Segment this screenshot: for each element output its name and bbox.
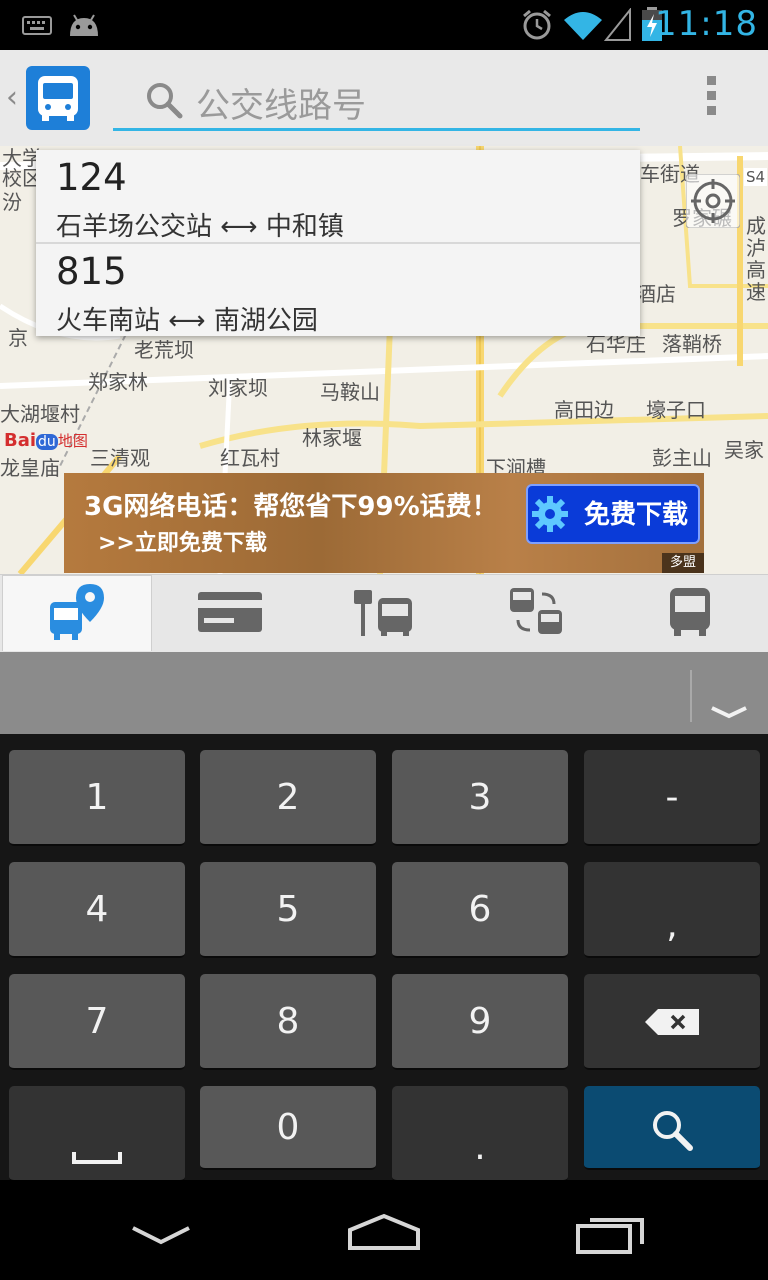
bidirectional-arrow-icon: ⟷ — [220, 212, 258, 242]
route-endpoints: 火车南站 ⟷ 南湖公园 — [56, 306, 318, 336]
key-9[interactable]: 9 — [392, 974, 568, 1070]
back-icon[interactable] — [130, 1222, 192, 1250]
suggestion-dropdown: 124 石羊场公交站 ⟷ 中和镇 815 火车南站 ⟷ 南湖公园 — [36, 150, 640, 336]
map-label: 三清观 — [90, 446, 150, 470]
key-4[interactable]: 4 — [9, 862, 185, 958]
search-input[interactable]: 公交线路号 — [196, 78, 366, 127]
android-icon — [70, 14, 98, 36]
map-label: 落鞘桥 — [662, 332, 722, 356]
map-label: 汾 — [2, 190, 22, 214]
ad-title: 3G网络电话：帮您省下99%话费！ — [84, 492, 498, 522]
map-label: 红瓦村 — [220, 446, 280, 470]
map-label: 龙皇庙 — [0, 456, 60, 480]
bus-transfer-icon[interactable] — [508, 586, 564, 638]
search-icon — [147, 83, 183, 119]
chevron-down-icon[interactable] — [708, 702, 750, 722]
bus-card-icon[interactable] — [196, 588, 264, 636]
map-label: 京 — [8, 326, 28, 350]
key-8[interactable]: 8 — [200, 974, 376, 1070]
key-3[interactable]: 3 — [392, 750, 568, 846]
ad-brand-badge: 多盟 — [662, 553, 704, 573]
route-number: 124 — [56, 156, 127, 199]
space-icon — [72, 1152, 122, 1164]
map-label: 郑家林 — [88, 370, 148, 394]
numeric-keyboard: 1 2 3 - 4 5 6 , 7 8 9 0 . — [0, 734, 768, 1182]
overflow-menu-icon[interactable] — [704, 76, 718, 120]
wifi-icon — [564, 12, 602, 40]
search-underline — [113, 128, 640, 131]
map-label: 马鞍山 — [320, 380, 380, 404]
suggestion-item[interactable]: 815 火车南站 ⟷ 南湖公园 — [36, 244, 640, 336]
key-6[interactable]: 6 — [392, 862, 568, 958]
space-key[interactable] — [9, 1086, 185, 1182]
key-5[interactable]: 5 — [200, 862, 376, 958]
signal-icon — [604, 8, 631, 41]
up-caret-icon[interactable]: ‹ — [6, 80, 18, 115]
key-7[interactable]: 7 — [9, 974, 185, 1070]
map-label: 酒店 — [636, 282, 676, 306]
map-label: 老荒坝 — [134, 338, 194, 362]
home-icon[interactable] — [346, 1212, 422, 1254]
baidu-map-logo: Bai du 地图 — [4, 430, 88, 451]
bus-icon[interactable] — [668, 586, 712, 638]
key-0[interactable]: 0 — [200, 1086, 376, 1170]
action-bar — [0, 50, 768, 146]
route-endpoints: 石羊场公交站 ⟷ 中和镇 — [56, 212, 344, 242]
route-number: 815 — [56, 250, 127, 293]
backspace-key[interactable] — [584, 974, 760, 1070]
map-label: 吴家 — [724, 438, 764, 462]
key-minus[interactable]: - — [584, 750, 760, 846]
bus-app-icon[interactable] — [26, 66, 90, 130]
suggestion-item[interactable]: 124 石羊场公交站 ⟷ 中和镇 — [36, 150, 640, 244]
key-1[interactable]: 1 — [9, 750, 185, 846]
search-icon — [653, 1111, 693, 1151]
bus-location-icon — [50, 584, 104, 640]
keyboard-icon — [22, 16, 52, 35]
search-key[interactable] — [584, 1086, 760, 1170]
status-clock: 11:18 — [655, 4, 758, 44]
map-label: 林家堰 — [302, 426, 362, 450]
gear-icon — [532, 496, 568, 532]
key-comma[interactable]: , — [584, 862, 760, 958]
map-label: 彭主山 — [652, 446, 712, 470]
ad-download-label: 免费下载 — [584, 500, 689, 530]
alarm-icon — [523, 9, 551, 40]
key-2[interactable]: 2 — [200, 750, 376, 846]
keyboard-toolbar — [0, 652, 768, 734]
map-label: S4 — [744, 168, 768, 186]
locate-me-icon[interactable] — [686, 174, 740, 228]
map-label: 速 — [746, 280, 766, 304]
bidirectional-arrow-icon: ⟷ — [168, 306, 206, 336]
ad-subtitle[interactable]: >>立即免费下载 — [98, 525, 267, 557]
map-label: 壕子口 — [646, 398, 706, 422]
divider — [690, 670, 692, 722]
key-period[interactable]: . — [392, 1086, 568, 1182]
map-label: 大湖堰村 — [0, 402, 80, 426]
backspace-icon — [645, 1009, 699, 1035]
map-label: 刘家坝 — [208, 376, 268, 400]
map-label: 高田边 — [554, 398, 614, 422]
recent-apps-icon[interactable] — [574, 1214, 646, 1256]
bus-stop-icon[interactable] — [350, 586, 414, 638]
